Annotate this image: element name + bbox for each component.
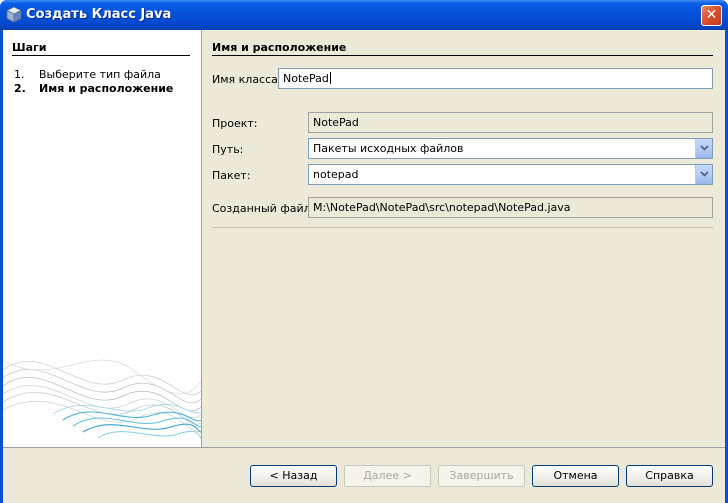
cancel-button[interactable]: Отмена [532, 465, 619, 487]
steps-panel: Шаги 1. Выберите тип файла 2. Имя и распол… [3, 30, 202, 447]
step-item-2: 2. Имя и расположение [14, 82, 173, 95]
window-title: Создать Класс Java [26, 7, 172, 22]
dialog-client-area: Шаги 1. Выберите тип файла 2. Имя и распол… [3, 30, 725, 503]
step-label: Имя и расположение [39, 82, 174, 95]
project-label: Проект: [212, 117, 258, 130]
finish-button[interactable]: Завершить [438, 465, 525, 487]
location-value: Пакеты исходных файлов [313, 142, 464, 155]
title-bar[interactable]: Создать Класс Java ✕ [0, 0, 728, 30]
text-caret [329, 72, 331, 84]
location-select[interactable]: Пакеты исходных файлов [308, 138, 713, 159]
created-file-value: M:\NotePad\NotePad\src\notepad\NotePad.j… [313, 201, 571, 214]
location-label: Путь: [212, 143, 244, 156]
class-name-input[interactable]: NotePad [278, 68, 713, 89]
next-button[interactable]: Далее > [344, 465, 431, 487]
package-label: Пакет: [212, 169, 251, 182]
steps-title: Шаги [12, 41, 47, 54]
step-number: 2. [14, 82, 26, 95]
decorative-waves-image [3, 359, 201, 439]
package-value: notepad [313, 168, 359, 181]
package-combobox[interactable]: notepad [308, 164, 713, 185]
project-value: NotePad [313, 116, 359, 129]
section-divider [212, 55, 713, 56]
class-name-value: NotePad [283, 72, 329, 85]
step-item-1: 1. Выберите тип файла [14, 68, 161, 81]
footer-divider [3, 447, 725, 448]
created-file-field: M:\NotePad\NotePad\src\notepad\NotePad.j… [308, 197, 713, 218]
steps-divider [12, 55, 190, 56]
section-title: Имя и расположение [212, 41, 347, 54]
location-dropdown-button[interactable] [695, 139, 712, 158]
chevron-down-icon [700, 145, 709, 151]
chevron-down-icon [700, 171, 709, 177]
help-button[interactable]: Справка [626, 465, 713, 487]
class-name-label: Имя класса: [212, 73, 282, 86]
step-label: Выберите тип файла [39, 68, 161, 81]
content-panel: Имя и расположение Имя класса: NotePad П… [202, 30, 725, 447]
project-field: NotePad [308, 112, 713, 133]
close-button[interactable]: ✕ [701, 5, 722, 26]
created-file-label: Созданный файл: [212, 202, 315, 215]
package-dropdown-button[interactable] [695, 165, 712, 184]
java-cube-icon [6, 6, 22, 23]
content-divider [212, 227, 713, 228]
dialog-window: Создать Класс Java ✕ Шаги 1. Выберите тип… [0, 0, 728, 503]
back-button[interactable]: < Назад [250, 465, 337, 487]
step-number: 1. [14, 68, 25, 81]
